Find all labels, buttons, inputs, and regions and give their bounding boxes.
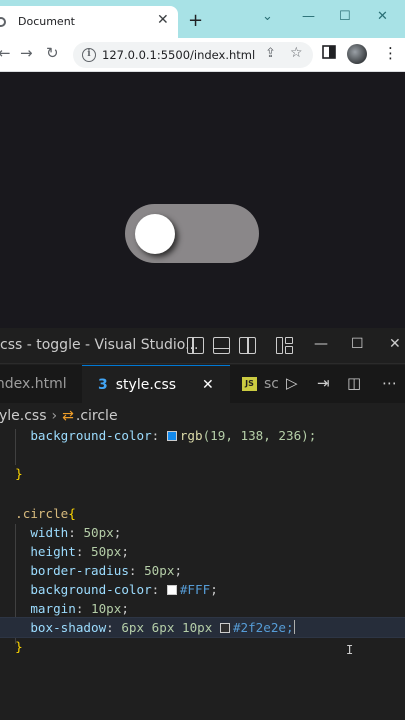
bookmark-star-icon[interactable]: ☆	[290, 45, 303, 61]
toggle-primary-sidebar-icon[interactable]	[187, 337, 204, 354]
code-line[interactable]: }	[0, 637, 405, 656]
toggle-secondary-sidebar-icon[interactable]	[239, 337, 256, 354]
tab-index-html[interactable]: index.html	[0, 365, 80, 403]
browser-tab[interactable]: Document ✕	[0, 6, 178, 38]
tab-close-icon[interactable]: ✕	[202, 366, 214, 404]
code-line[interactable]: border-radius: 50px;	[0, 561, 405, 580]
editor-tabs: index.html 3 style.css ✕ JS sc ▷ ⇥ ◫ ⋯	[0, 365, 405, 403]
tab-label: index.html	[0, 376, 67, 392]
code-line[interactable]: background-color: #FFF;	[0, 580, 405, 599]
code-line[interactable]: .circle{	[0, 504, 405, 523]
vscode-minimize-button[interactable]: —	[314, 336, 328, 352]
css-file-icon: 3	[98, 377, 108, 393]
browser-window: Document ✕ + ⌄ — ☐ ✕ ← → ↻ i 127.0.0.1:5…	[0, 0, 405, 330]
code-editor[interactable]: background-color: rgb(19, 138, 236); } .…	[0, 426, 405, 720]
toggle-switch[interactable]	[125, 204, 259, 263]
breadcrumb-file[interactable]: yle.css	[0, 408, 47, 424]
site-info-icon[interactable]: i	[82, 48, 96, 62]
tab-label: style.css	[115, 377, 177, 393]
browser-tab-strip: Document ✕ + ⌄ — ☐ ✕	[0, 0, 405, 38]
vscode-window: css - toggle - Visual Studio... — ☐ ✕ in…	[0, 328, 405, 720]
code-line[interactable]: background-color: rgb(19, 138, 236);	[0, 426, 405, 445]
toggle-knob[interactable]	[135, 214, 175, 254]
tab-label: sc	[264, 376, 278, 392]
customize-layout-icon[interactable]	[276, 337, 293, 354]
color-swatch[interactable]	[166, 585, 177, 595]
code-line[interactable]: margin: 10px;	[0, 599, 405, 618]
toggle-panel-icon[interactable]	[213, 337, 230, 354]
window-title: css - toggle - Visual Studio...	[0, 337, 199, 353]
new-tab-button[interactable]: +	[188, 12, 203, 30]
minimize-button[interactable]: —	[302, 9, 315, 24]
menu-kebab-icon[interactable]: ⋮	[383, 44, 398, 62]
tab-style-css[interactable]: 3 style.css ✕	[82, 365, 230, 403]
address-bar[interactable]: i 127.0.0.1:5500/index.html ⇪ ☆	[73, 42, 313, 68]
breadcrumb-symbol[interactable]: .circle	[76, 408, 118, 424]
mouse-ibeam-cursor: I	[346, 643, 354, 657]
vscode-close-button[interactable]: ✕	[389, 336, 401, 352]
side-panel-icon[interactable]	[322, 45, 336, 63]
tab-search-icon[interactable]: ⌄	[262, 9, 273, 24]
profile-avatar[interactable]	[347, 44, 367, 64]
color-swatch[interactable]	[166, 431, 177, 441]
tab-script-js[interactable]: sc	[264, 365, 278, 403]
globe-icon	[0, 17, 6, 27]
vscode-titlebar: css - toggle - Visual Studio... — ☐ ✕	[0, 328, 405, 364]
text-cursor	[293, 620, 296, 634]
back-arrow-icon[interactable]: ←	[0, 44, 11, 62]
code-line-current[interactable]: box-shadow: 6px 6px 10px #2f2e2e;	[0, 617, 405, 638]
code-line[interactable]: height: 50px;	[0, 542, 405, 561]
run-icon[interactable]: ▷	[286, 374, 298, 392]
url-text[interactable]: 127.0.0.1:5500/index.html	[102, 48, 255, 62]
open-preview-icon[interactable]: ⇥	[317, 374, 330, 392]
reload-icon[interactable]: ↻	[46, 44, 59, 62]
vscode-maximize-button[interactable]: ☐	[351, 336, 364, 352]
code-line[interactable]: }	[0, 464, 405, 483]
js-file-icon: JS	[242, 377, 257, 391]
page-viewport	[0, 72, 405, 330]
tab-close-icon[interactable]: ✕	[157, 12, 169, 28]
color-swatch[interactable]	[219, 623, 230, 633]
code-line[interactable]: width: 50px;	[0, 523, 405, 542]
close-window-button[interactable]: ✕	[377, 9, 388, 24]
css-rule-icon: ⇄	[62, 408, 74, 424]
maximize-button[interactable]: ☐	[339, 9, 351, 24]
forward-arrow-icon[interactable]: →	[20, 44, 33, 62]
share-icon[interactable]: ⇪	[265, 46, 276, 61]
split-editor-icon[interactable]: ◫	[347, 374, 361, 392]
tab-title: Document	[18, 15, 75, 28]
more-actions-icon[interactable]: ⋯	[382, 374, 397, 392]
breadcrumb-separator: ›	[51, 408, 58, 424]
browser-toolbar: ← → ↻ i 127.0.0.1:5500/index.html ⇪ ☆ ⋮	[0, 38, 405, 72]
